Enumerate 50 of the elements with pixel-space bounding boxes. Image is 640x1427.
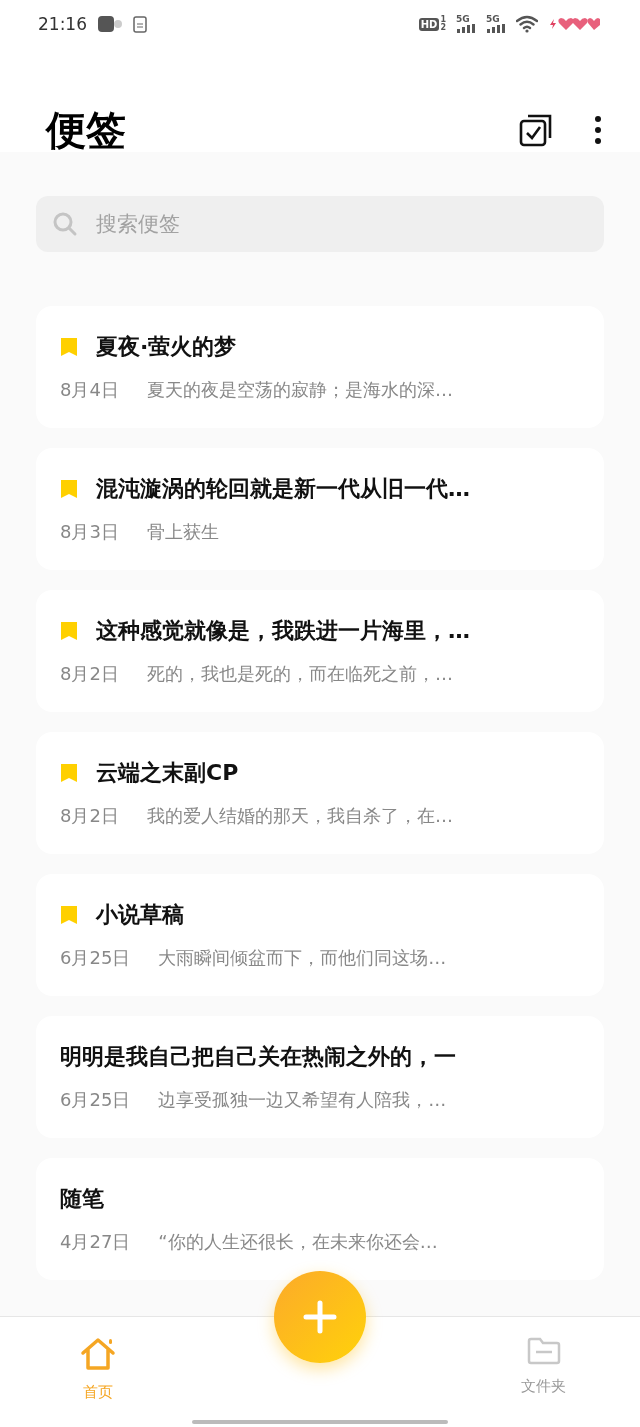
note-preview: “你的人生还很长，在未来你还会… xyxy=(158,1230,438,1254)
note-card[interactable]: 夏夜·萤火的梦 8月4日 夏天的夜是空荡的寂静；是海水的深… xyxy=(36,306,604,428)
home-icon xyxy=(80,1337,116,1371)
app-title: 便签 xyxy=(46,105,127,155)
note-card[interactable]: 小说草稿 6月25日 大雨瞬间倾盆而下，而他们同这场… xyxy=(36,874,604,996)
note-preview: 骨上获生 xyxy=(146,520,219,544)
search-field[interactable]: 搜索便签 xyxy=(36,196,604,252)
note-card[interactable]: 混沌漩涡的轮回就是新一代从旧一代… 8月3日 骨上获生 xyxy=(36,448,604,570)
note-preview: 死的，我也是死的，而在临死之前，… xyxy=(146,662,453,686)
note-title: 这种感觉就像是，我跌进一片海里，… xyxy=(96,617,470,645)
more-icon xyxy=(594,115,602,145)
note-title: 明明是我自己把自己关在热闹之外的，一 xyxy=(60,1043,456,1071)
note-preview: 夏天的夜是空荡的寂静；是海水的深… xyxy=(146,378,453,402)
sim-slot-number: 1 xyxy=(440,16,446,24)
plus-icon xyxy=(303,1300,337,1334)
note-title: 混沌漩涡的轮回就是新一代从旧一代… xyxy=(96,475,470,503)
battery-hearts-icon xyxy=(548,16,602,32)
note-date: 8月2日 xyxy=(60,662,119,686)
search-icon xyxy=(52,211,78,237)
status-time: 21:16 xyxy=(38,14,87,34)
hd-badge: HD xyxy=(418,17,440,31)
note-card[interactable]: 这种感觉就像是，我跌进一片海里，… 8月2日 死的，我也是死的，而在临死之前，… xyxy=(36,590,604,712)
wifi-icon xyxy=(516,15,538,33)
note-title: 随笔 xyxy=(60,1185,104,1213)
note-title: 夏夜·萤火的梦 xyxy=(96,333,237,361)
note-title: 云端之末副CP xyxy=(96,759,239,787)
note-card[interactable]: 明明是我自己把自己关在热闹之外的，一 6月25日 边享受孤独一边又希望有人陪我，… xyxy=(36,1016,604,1138)
multi-select-button[interactable] xyxy=(518,112,554,148)
note-card[interactable]: 随笔 4月27日 “你的人生还很长，在未来你还会… xyxy=(36,1158,604,1280)
checkbox-icon xyxy=(518,112,554,148)
note-preview: 边享受孤独一边又希望有人陪我，… xyxy=(158,1088,447,1112)
network-type: 5G xyxy=(486,15,500,24)
note-date: 6月25日 xyxy=(60,1088,131,1112)
sim-slot-number: 2 xyxy=(440,24,446,32)
note-preview: 大雨瞬间倾盆而下，而他们同这场… xyxy=(158,946,447,970)
more-menu-button[interactable] xyxy=(594,115,602,145)
network-type: 5G xyxy=(456,15,470,24)
signal-icon xyxy=(456,24,476,33)
document-icon xyxy=(133,15,147,33)
note-card[interactable]: 云端之末副CP 8月2日 我的爱人结婚的那天，我自杀了，在… xyxy=(36,732,604,854)
note-date: 8月3日 xyxy=(60,520,119,544)
note-title: 小说草稿 xyxy=(96,901,184,929)
folder-icon xyxy=(526,1337,561,1365)
app-notification-icon xyxy=(97,15,123,33)
note-preview: 我的爱人结婚的那天，我自杀了，在… xyxy=(146,804,453,828)
signal-icon xyxy=(486,24,506,33)
note-date: 8月2日 xyxy=(60,804,119,828)
note-date: 4月27日 xyxy=(60,1230,131,1254)
note-date: 8月4日 xyxy=(60,378,119,402)
note-date: 6月25日 xyxy=(60,946,131,970)
